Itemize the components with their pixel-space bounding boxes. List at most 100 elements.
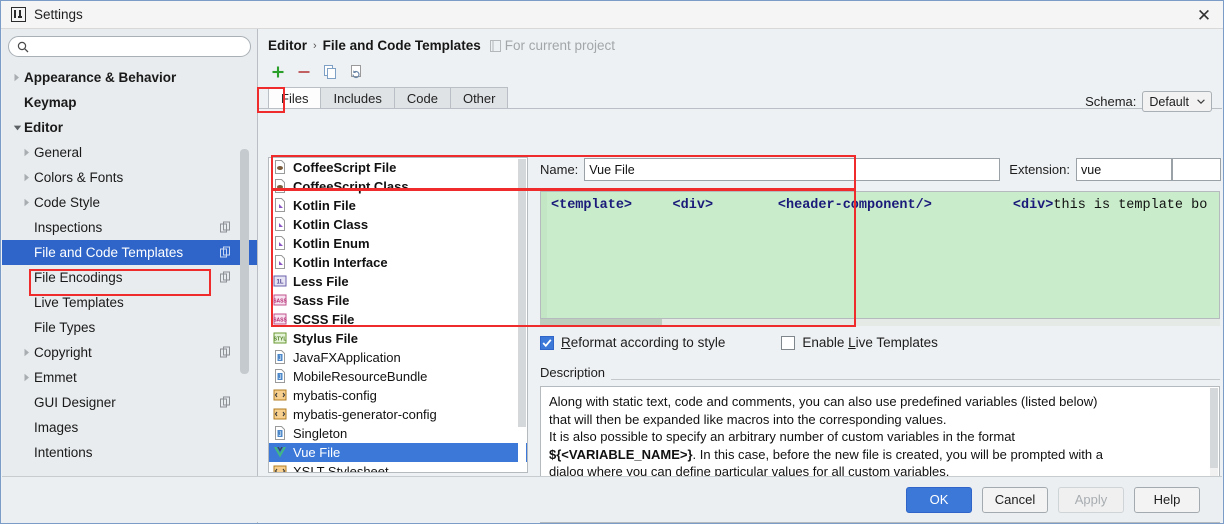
sidebar-item-colors-fonts[interactable]: Colors & Fonts	[2, 165, 257, 190]
sidebar-item-copyright[interactable]: Copyright	[2, 340, 257, 365]
tree-arrow-icon[interactable]	[20, 198, 34, 207]
template-list-item[interactable]: mybatis-generator-config	[269, 405, 527, 424]
kotlin-file-icon	[275, 236, 285, 250]
tree-arrow-icon[interactable]	[20, 173, 34, 182]
editor-horizontal-scrollbar[interactable]	[540, 319, 1220, 326]
sidebar-item-general[interactable]: General	[2, 140, 257, 165]
extension-input[interactable]: vue	[1076, 158, 1172, 181]
template-list-scrollbar-thumb[interactable]	[518, 159, 526, 428]
sidebar-item-emmet[interactable]: Emmet	[2, 365, 257, 390]
schema-selector: Schema: Default	[1085, 91, 1212, 112]
sidebar-item-images[interactable]: Images	[2, 415, 257, 440]
copy-settings-icon[interactable]	[220, 345, 231, 360]
template-list-item-label: Less File	[293, 274, 349, 289]
template-list-item[interactable]: 1L Less File	[269, 272, 527, 291]
description-scrollbar-thumb[interactable]	[1210, 388, 1218, 468]
sidebar-scrollbar-thumb[interactable]	[240, 148, 249, 374]
sidebar-item-label: Code Style	[34, 195, 101, 210]
tab-files[interactable]: Files	[268, 87, 322, 108]
copy-settings-icon[interactable]	[220, 220, 231, 235]
name-input[interactable]: Vue File	[584, 158, 1001, 181]
apply-button[interactable]: Apply	[1058, 486, 1124, 513]
help-button[interactable]: Help	[1134, 486, 1200, 513]
settings-dialog: Settings ✕ Appearance & Behavior Keymap Ed…	[0, 0, 1224, 524]
template-list-item[interactable]: XSLT Stylesheet	[269, 462, 527, 472]
sidebar-item-label: Appearance & Behavior	[24, 70, 177, 85]
sidebar-scrollbar[interactable]	[240, 31, 249, 521]
editor-horizontal-scrollbar-thumb[interactable]	[540, 319, 663, 326]
chevron-down-icon	[1197, 99, 1205, 104]
sidebar-item-file-types[interactable]: File Types	[2, 315, 257, 340]
tree-arrow-icon[interactable]	[20, 348, 34, 357]
reset-to-default-button[interactable]	[344, 61, 368, 83]
template-list-item[interactable]: Kotlin File	[269, 196, 527, 215]
sidebar-item-intentions[interactable]: Intentions	[2, 440, 257, 465]
template-code-text[interactable]: <template> <div> <header-component/> <di…	[551, 198, 1217, 213]
search-box[interactable]	[8, 36, 251, 57]
template-list-item[interactable]: J MobileResourceBundle	[269, 367, 527, 386]
copy-settings-icon[interactable]	[220, 395, 231, 410]
template-list-item[interactable]: J JavaFXApplication	[269, 348, 527, 367]
template-list-item[interactable]: Kotlin Class	[269, 215, 527, 234]
template-list[interactable]: CoffeeScript File CoffeeScript Class Kotli…	[268, 157, 528, 473]
template-list-item[interactable]: STYL Stylus File	[269, 329, 527, 348]
tab-other[interactable]: Other	[449, 87, 509, 108]
settings-tree[interactable]: Appearance & Behavior Keymap Editor General…	[2, 65, 257, 489]
template-list-item[interactable]: CoffeeScript Class	[269, 177, 527, 196]
live-templates-checkbox[interactable]	[781, 335, 796, 350]
template-list-item-label: Kotlin Class	[293, 217, 369, 232]
sidebar-item-file-and-code-templates[interactable]: File and Code Templates	[2, 240, 257, 265]
sidebar-item-keymap[interactable]: Keymap	[2, 90, 257, 115]
copy-settings-icon	[220, 396, 230, 407]
sidebar-item-file-encodings[interactable]: File Encodings	[2, 265, 257, 290]
add-template-button[interactable]	[266, 61, 290, 83]
search-input[interactable]	[34, 38, 242, 55]
template-list-item[interactable]: mybatis-config	[269, 386, 527, 405]
template-tabs[interactable]: Files Includes Code Other	[258, 87, 1222, 109]
sidebar-item-live-templates[interactable]: Live Templates	[2, 290, 257, 315]
template-list-item[interactable]: Kotlin Enum	[269, 234, 527, 253]
breadcrumb-parent[interactable]: Editor	[268, 38, 307, 53]
sidebar-item-label: Colors & Fonts	[34, 170, 124, 185]
tree-arrow-icon[interactable]	[10, 124, 24, 132]
settings-sidebar: Appearance & Behavior Keymap Editor General…	[2, 29, 258, 523]
template-list-body[interactable]: CoffeeScript File CoffeeScript Class Kotli…	[269, 158, 527, 472]
coffeescript-file-icon	[273, 179, 288, 194]
cancel-button[interactable]: Cancel	[982, 486, 1048, 513]
template-code-editor[interactable]: <template> <div> <header-component/> <di…	[540, 191, 1220, 319]
sidebar-item-appearance-behavior[interactable]: Appearance & Behavior	[2, 65, 257, 90]
xml-file-icon	[273, 465, 287, 472]
template-list-item[interactable]: CoffeeScript File	[269, 158, 527, 177]
sidebar-item-inspections[interactable]: Inspections	[2, 215, 257, 240]
live-templates-checkbox-label[interactable]: Enable Live Templates	[802, 335, 938, 350]
template-list-item[interactable]: SASS SCSS File	[269, 310, 527, 329]
reformat-checkbox[interactable]	[540, 335, 554, 350]
template-list-item[interactable]: J Singleton	[269, 424, 527, 443]
tree-arrow-icon[interactable]	[20, 148, 34, 157]
tree-arrow-icon[interactable]	[20, 373, 34, 382]
ok-button[interactable]: OK	[906, 486, 972, 513]
close-icon[interactable]: ✕	[1193, 4, 1215, 26]
template-list-item-label: Kotlin Interface	[293, 255, 388, 270]
schema-dropdown[interactable]: Default	[1142, 91, 1212, 112]
svg-text:STYL: STYL	[274, 337, 287, 343]
tree-arrow-icon[interactable]	[10, 73, 24, 82]
reformat-checkbox-label[interactable]: Reformat according to style	[561, 335, 725, 350]
template-list-scrollbar[interactable]	[518, 159, 526, 471]
copy-settings-icon[interactable]	[220, 245, 231, 260]
tab-includes[interactable]: Includes	[320, 87, 395, 108]
template-list-item[interactable]: SASS Sass File	[269, 291, 527, 310]
dialog-body: Appearance & Behavior Keymap Editor General…	[1, 29, 1223, 523]
sidebar-item-code-style[interactable]: Code Style	[2, 190, 257, 215]
sidebar-item-gui-designer[interactable]: GUI Designer	[2, 390, 257, 415]
remove-template-button[interactable]	[292, 61, 316, 83]
template-list-item[interactable]: Kotlin Interface	[269, 253, 527, 272]
breadcrumb-current: File and Code Templates	[322, 38, 481, 53]
tab-code[interactable]: Code	[393, 87, 451, 108]
template-list-item[interactable]: Vue File	[269, 443, 527, 462]
copy-template-button[interactable]	[318, 61, 342, 83]
intellij-idea-logo-icon	[11, 7, 26, 22]
copy-settings-icon[interactable]	[220, 270, 231, 285]
sidebar-item-editor[interactable]: Editor	[2, 115, 257, 140]
description-line: Along with static text, code and comment…	[549, 394, 1098, 409]
